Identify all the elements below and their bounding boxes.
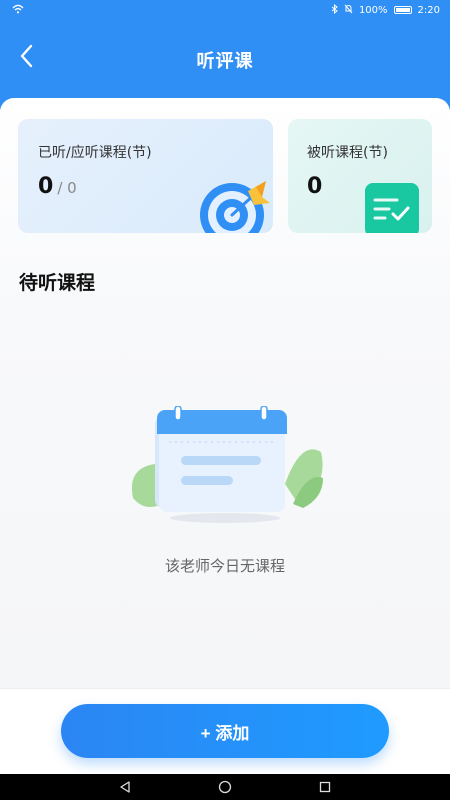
- system-nav-bar: [0, 774, 450, 800]
- add-button[interactable]: + 添加: [61, 704, 389, 758]
- header: 听评课: [0, 20, 450, 110]
- bottom-bar: + 添加: [0, 688, 450, 774]
- nav-recents-icon[interactable]: [315, 777, 335, 797]
- required-count: / 0: [57, 179, 77, 197]
- nav-home-icon[interactable]: [215, 777, 235, 797]
- battery-percent: 100%: [358, 4, 388, 16]
- status-time: 2:20: [417, 4, 440, 16]
- nav-back-icon[interactable]: [115, 777, 135, 797]
- card-value: 0/ 0: [38, 174, 77, 199]
- card-label: 被听课程(节): [307, 145, 388, 161]
- status-indicators: 100% 2:20: [331, 3, 440, 17]
- listened-count: 0: [38, 174, 54, 199]
- battery-icon: [393, 6, 412, 14]
- section-title: 待听课程: [19, 272, 96, 294]
- target-icon: [196, 179, 273, 233]
- content-panel: 已听/应听课程(节) 0/ 0 被听课程(节) 0 待听课程 该老师今日无课程: [0, 98, 450, 688]
- status-bar: 100% 2:20: [0, 0, 450, 20]
- checklist-icon: [365, 183, 421, 233]
- card-label: 已听/应听课程(节): [38, 145, 152, 161]
- calendar-illustration: [125, 405, 325, 530]
- empty-state-text: 该老师今日无课程: [164, 557, 285, 575]
- observed-count: 0: [307, 174, 323, 199]
- bluetooth-icon: [331, 3, 338, 17]
- page-title: 听评课: [196, 51, 254, 72]
- mute-icon: [344, 4, 353, 17]
- wifi-icon: [12, 4, 24, 17]
- observed-courses-card[interactable]: 被听课程(节) 0: [288, 119, 432, 233]
- listened-courses-card[interactable]: 已听/应听课程(节) 0/ 0: [18, 119, 273, 233]
